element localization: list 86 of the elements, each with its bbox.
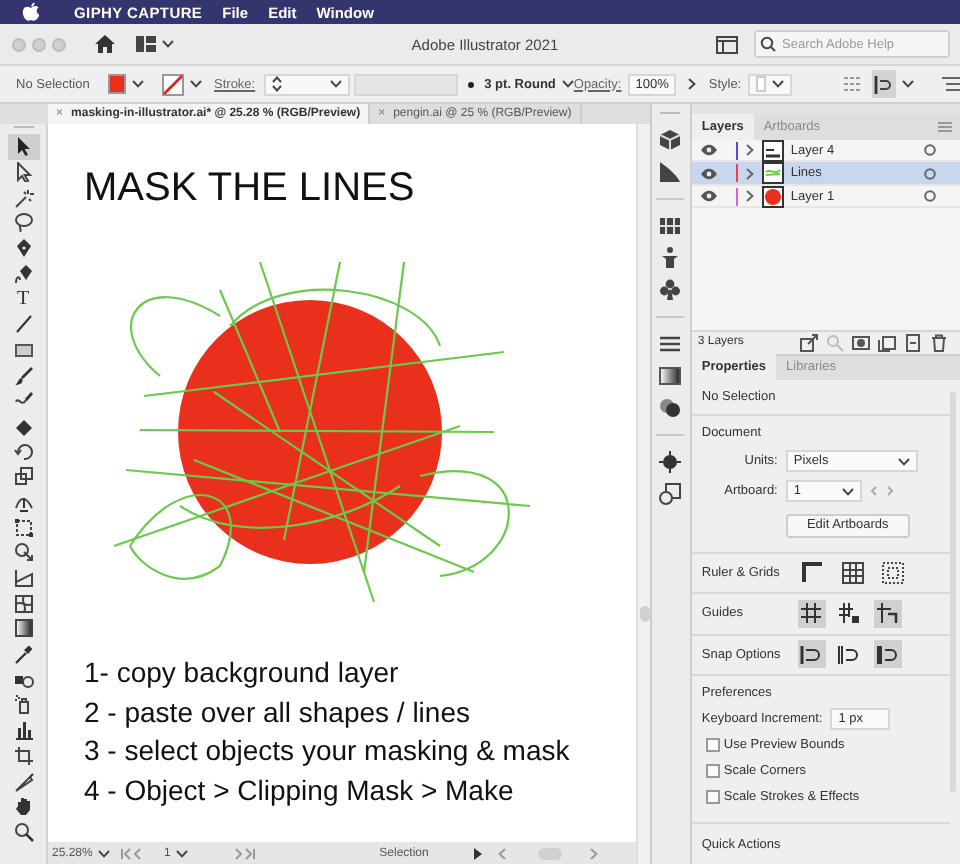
rotate-icon[interactable] bbox=[13, 441, 33, 462]
home-icon[interactable] bbox=[94, 34, 116, 54]
scale-icon[interactable] bbox=[13, 466, 33, 487]
caret-icon[interactable] bbox=[190, 80, 203, 88]
lines-icon[interactable] bbox=[658, 332, 683, 356]
caret-icon[interactable] bbox=[561, 80, 574, 88]
caret-icon[interactable] bbox=[771, 80, 784, 88]
fill-swatch[interactable] bbox=[107, 74, 127, 94]
club-icon[interactable] bbox=[658, 278, 683, 302]
instruction-text: 3 - select objects your masking & mask bbox=[84, 732, 572, 770]
chevron-icon[interactable] bbox=[688, 78, 697, 90]
trash-icon[interactable] bbox=[929, 333, 948, 352]
cube-icon[interactable] bbox=[658, 128, 683, 152]
caret-icon[interactable] bbox=[902, 80, 914, 88]
clip-icon[interactable] bbox=[851, 333, 870, 352]
brush-icon[interactable] bbox=[13, 365, 33, 386]
sun-icon[interactable] bbox=[658, 450, 683, 474]
brush-dot-icon bbox=[468, 81, 475, 87]
pen-icon[interactable] bbox=[13, 238, 33, 259]
spinner-icon[interactable] bbox=[271, 76, 282, 92]
search-icon[interactable] bbox=[760, 36, 778, 52]
ruler-icon[interactable] bbox=[801, 561, 824, 584]
eraser-icon[interactable] bbox=[13, 415, 33, 436]
caret-icon[interactable] bbox=[132, 80, 145, 88]
arrow-icon[interactable] bbox=[13, 136, 33, 157]
instruction-text: 4 - Object > Clipping Mask > Make bbox=[84, 771, 516, 810]
layout-icon[interactable] bbox=[136, 36, 156, 52]
layer-thumbnail bbox=[762, 162, 785, 185]
caret-icon[interactable] bbox=[98, 849, 111, 857]
hand-icon[interactable] bbox=[13, 796, 33, 817]
style-dropdown[interactable] bbox=[747, 73, 792, 95]
grid-icon[interactable] bbox=[841, 561, 864, 584]
apple-icon[interactable] bbox=[22, 2, 40, 22]
lasso-icon[interactable] bbox=[13, 212, 33, 233]
canvas-heading: MASK THE LINES bbox=[84, 164, 417, 212]
caret-icon[interactable] bbox=[841, 487, 854, 495]
checkbox[interactable] bbox=[705, 764, 720, 778]
circles-icon[interactable] bbox=[658, 396, 683, 420]
instruction-text: 1- copy background layer bbox=[84, 654, 401, 692]
zoom-icon[interactable] bbox=[13, 821, 33, 842]
caret-icon[interactable] bbox=[162, 40, 174, 48]
gradient-swatch-icon[interactable] bbox=[658, 364, 683, 388]
shapes-icon[interactable] bbox=[658, 482, 683, 506]
perspective-icon[interactable] bbox=[13, 568, 33, 589]
wand-icon[interactable] bbox=[13, 187, 33, 208]
tool-button[interactable]: T bbox=[7, 286, 39, 312]
caret-icon[interactable] bbox=[329, 80, 342, 88]
eyedropper-icon[interactable] bbox=[13, 644, 33, 665]
style-swatch bbox=[755, 76, 766, 92]
scrollbar-thumb[interactable] bbox=[639, 606, 649, 622]
transform-icon[interactable] bbox=[13, 517, 33, 538]
layer-thumbnail bbox=[762, 185, 785, 208]
spray-icon[interactable] bbox=[13, 694, 33, 715]
checkbox[interactable] bbox=[705, 738, 720, 752]
gradient-icon[interactable] bbox=[13, 618, 33, 639]
puppet-icon[interactable] bbox=[658, 246, 683, 270]
eye-icon[interactable] bbox=[699, 190, 718, 203]
align-icon[interactable] bbox=[874, 75, 893, 93]
bar-chart-icon[interactable] bbox=[13, 720, 33, 741]
shape-builder-icon[interactable] bbox=[13, 542, 33, 563]
align-button[interactable] bbox=[871, 70, 896, 98]
checkbox[interactable] bbox=[705, 790, 720, 804]
panel-icon[interactable] bbox=[716, 35, 738, 53]
play-icon[interactable] bbox=[474, 847, 482, 859]
line-icon[interactable] bbox=[13, 314, 33, 335]
swatches-icon[interactable] bbox=[658, 214, 683, 238]
eye-icon[interactable] bbox=[699, 144, 718, 157]
curve-pen-icon[interactable] bbox=[13, 263, 33, 284]
eye-icon[interactable] bbox=[699, 167, 718, 180]
hollow-arrow-icon[interactable] bbox=[13, 162, 33, 183]
mesh-icon[interactable] bbox=[13, 593, 33, 614]
stroke-field[interactable] bbox=[263, 73, 350, 95]
instruction-text: 2 - paste over all shapes / lines bbox=[84, 693, 472, 732]
caret-icon[interactable] bbox=[897, 457, 910, 465]
knife-icon[interactable] bbox=[13, 771, 33, 792]
list-icon[interactable] bbox=[942, 76, 960, 92]
caret-icon[interactable] bbox=[176, 849, 189, 857]
crop-icon[interactable] bbox=[13, 745, 33, 766]
rectangle-icon[interactable] bbox=[13, 339, 33, 360]
new-layer-icon[interactable] bbox=[903, 333, 922, 352]
export-icon[interactable] bbox=[799, 333, 818, 352]
sublayer-icon[interactable] bbox=[877, 333, 896, 352]
tool-button[interactable] bbox=[7, 134, 39, 160]
dotted-grid-icon[interactable] bbox=[881, 561, 904, 584]
ramp-icon[interactable] bbox=[658, 160, 683, 184]
no-stroke-icon[interactable] bbox=[162, 73, 185, 95]
